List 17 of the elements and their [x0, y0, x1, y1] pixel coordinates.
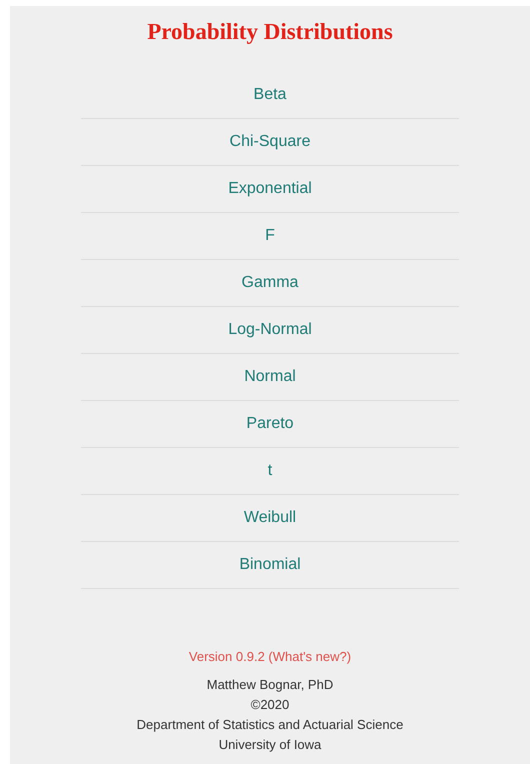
distribution-link[interactable]: Exponential [228, 177, 312, 201]
distribution-link[interactable]: t [268, 459, 272, 483]
distribution-link[interactable]: Gamma [242, 271, 298, 295]
distribution-link[interactable]: F [265, 224, 275, 248]
credit-text: University of Iowa [218, 736, 322, 754]
credit-text: Department of Statistics and Actuarial Science [136, 716, 404, 734]
distribution-link[interactable]: Pareto [246, 412, 294, 436]
credit-text: Matthew Bognar, PhD [206, 676, 334, 694]
distribution-link[interactable]: Weibull [244, 506, 296, 530]
version-link[interactable]: Version 0.9.2 (What's new?) [188, 647, 352, 666]
distribution-link[interactable]: Log-Normal [228, 318, 312, 342]
credit-text: ©2020 [250, 696, 290, 714]
page-title: Probability Distributions [147, 18, 393, 46]
distribution-link[interactable]: Beta [254, 83, 286, 107]
distribution-link[interactable]: Binomial [239, 553, 301, 577]
distribution-link[interactable]: Chi-Square [230, 130, 310, 154]
distribution-link[interactable]: Normal [244, 365, 296, 389]
